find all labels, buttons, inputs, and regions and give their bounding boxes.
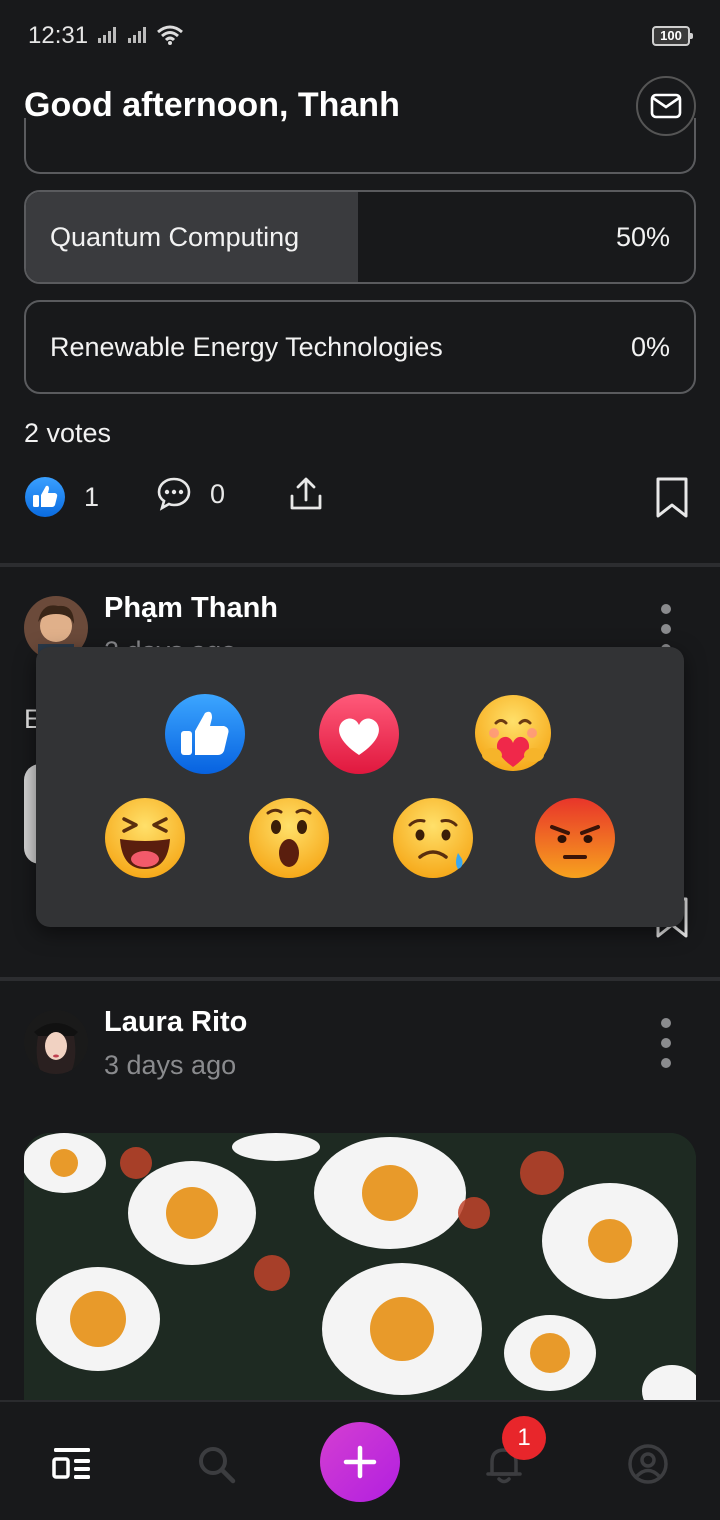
battery-indicator: 100 <box>652 26 693 46</box>
signal-icon <box>98 27 116 43</box>
angry-reaction-button[interactable] <box>534 797 616 879</box>
poll-option-percent: 0% <box>630 332 670 362</box>
poll-option-quantum-computing[interactable]: Quantum Computing 50% <box>24 190 696 284</box>
comment-icon <box>157 477 191 511</box>
poll-option-partial[interactable] <box>24 118 696 174</box>
post-time: 3 days ago <box>104 1050 237 1080</box>
poll-option-percent: 50% <box>615 222 670 252</box>
search-icon <box>199 1447 236 1484</box>
love-reaction-button[interactable] <box>318 693 400 775</box>
like-button[interactable]: 1 <box>24 476 99 518</box>
avatar[interactable] <box>24 1010 88 1074</box>
feed-icon <box>52 1448 90 1479</box>
haha-reaction-button[interactable] <box>104 797 186 879</box>
profile-icon <box>628 1444 668 1484</box>
post-actions: 1 0 <box>0 476 720 526</box>
status-time: 12:31 <box>28 22 89 49</box>
signal-icon <box>128 27 146 43</box>
wifi-icon <box>157 25 183 45</box>
post-divider <box>0 563 720 567</box>
comment-button[interactable]: 0 <box>156 476 225 512</box>
haha-reaction-icon <box>105 798 185 878</box>
nav-search[interactable] <box>194 1442 238 1486</box>
notification-badge: 1 <box>502 1416 546 1460</box>
sad-reaction-icon <box>393 798 473 878</box>
like-reaction-icon <box>25 477 65 517</box>
plus-icon <box>343 1445 377 1479</box>
like-count: 1 <box>84 481 100 512</box>
nav-feed[interactable] <box>50 1442 94 1486</box>
bookmark-button[interactable] <box>654 476 690 520</box>
wow-reaction-icon <box>249 798 329 878</box>
like-reaction-button[interactable] <box>164 693 246 775</box>
like-reaction-icon <box>165 694 245 774</box>
post-header: Laura Rito 3 days ago <box>0 1006 720 1106</box>
more-options-button[interactable] <box>658 1018 674 1068</box>
poll-option-label: Renewable Energy Technologies <box>50 332 443 362</box>
post-author[interactable]: Phạm Thanh <box>104 592 278 625</box>
sad-reaction-button[interactable] <box>392 797 474 879</box>
post-image[interactable] <box>24 1133 696 1413</box>
love-reaction-icon <box>319 694 399 774</box>
bookmark-icon <box>656 477 688 518</box>
comment-count: 0 <box>210 478 226 509</box>
bottom-navigation: 1 <box>0 1400 720 1520</box>
avatar-image <box>24 1010 88 1074</box>
post-divider <box>0 977 720 981</box>
care-reaction-icon <box>475 695 551 771</box>
status-bar: 12:31 100 <box>0 0 720 72</box>
care-reaction-button[interactable] <box>472 693 554 775</box>
share-button[interactable] <box>288 476 324 512</box>
nav-profile[interactable] <box>626 1442 670 1486</box>
daisy-photo <box>24 1133 696 1413</box>
post-author[interactable]: Laura Rito <box>104 1006 247 1039</box>
create-post-button[interactable] <box>320 1422 400 1502</box>
reaction-picker <box>36 647 684 927</box>
poll-option-renewable-energy[interactable]: Renewable Energy Technologies 0% <box>24 300 696 394</box>
mail-icon <box>650 93 682 119</box>
share-icon <box>290 477 322 510</box>
poll-option-label: Quantum Computing <box>50 222 300 252</box>
vote-count: 2 votes <box>24 418 112 448</box>
wow-reaction-button[interactable] <box>248 797 330 879</box>
angry-reaction-icon <box>535 798 615 878</box>
